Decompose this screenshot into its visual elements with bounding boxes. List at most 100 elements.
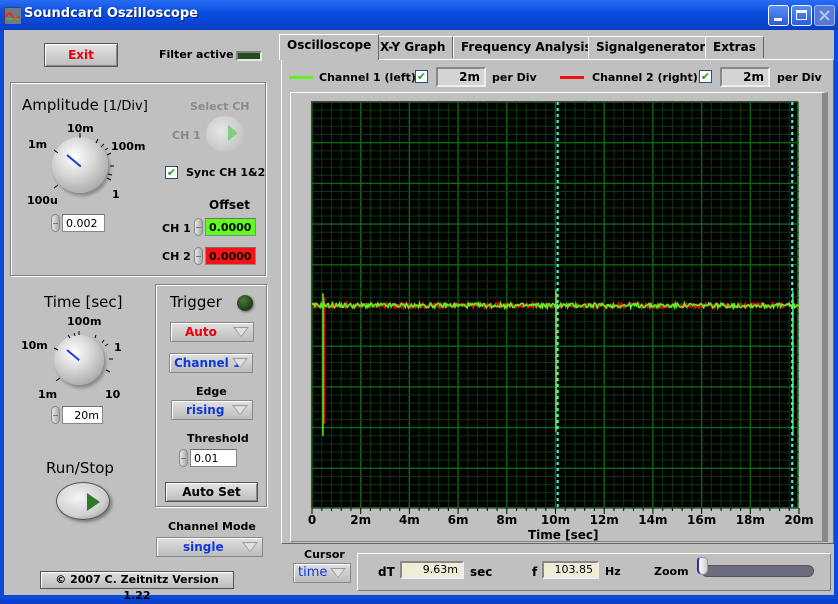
chevron-down-icon xyxy=(242,542,258,552)
channel-mode-dropdown[interactable]: single xyxy=(156,537,263,557)
channel2-label: Channel 2 (right) xyxy=(592,71,698,84)
sync-label: Sync CH 1&2 xyxy=(186,166,266,179)
chevron-down-icon xyxy=(233,327,249,337)
offset-ch2-field[interactable]: 0.0000 xyxy=(205,247,256,265)
select-ch-channel-label: CH 1 xyxy=(172,129,201,142)
offset-ch1-field[interactable]: 0.0000 xyxy=(205,218,256,236)
dt-unit: sec xyxy=(470,565,493,579)
threshold-label: Threshold xyxy=(187,432,249,445)
channel-mode-value: single xyxy=(183,540,224,554)
threshold-spin-icon[interactable] xyxy=(179,449,188,467)
channel1-checkbox[interactable]: ✔ xyxy=(415,70,428,83)
time-title: Time [sec] xyxy=(44,293,123,311)
x-axis-tick-label: 0 xyxy=(307,513,317,527)
maximize-button[interactable] xyxy=(791,5,812,26)
chevron-down-icon xyxy=(232,405,248,415)
x-axis-label: Time [sec] xyxy=(528,528,599,542)
minimize-button[interactable] xyxy=(768,5,789,26)
channel2-per-div-field[interactable]: 2m xyxy=(720,67,770,87)
x-axis-tick-label: 16m xyxy=(686,513,717,527)
cursor-label: Cursor xyxy=(304,548,345,561)
trigger-mode-value: Auto xyxy=(185,325,217,339)
cursor-mode-dropdown[interactable]: time xyxy=(293,563,351,583)
channel-mode-label: Channel Mode xyxy=(168,520,256,533)
dt-label: dT xyxy=(378,565,395,579)
time-value-field[interactable]: 20m xyxy=(62,406,103,424)
frequency-unit: Hz xyxy=(605,565,621,578)
offset-ch1-label: CH 1 xyxy=(162,222,191,235)
trigger-mode-dropdown[interactable]: Auto xyxy=(170,322,254,342)
chevron-down-icon xyxy=(232,358,248,368)
channel1-label: Channel 1 (left) xyxy=(319,71,416,84)
x-axis-tick-label: 18m xyxy=(735,513,765,527)
offset-ch1-spin-icon[interactable] xyxy=(194,218,203,236)
time-spin-icon[interactable] xyxy=(51,406,60,424)
tab-signalgenerator[interactable]: Signalgenerator xyxy=(588,36,714,58)
filter-active-led xyxy=(236,51,262,61)
checkmark-icon: ✔ xyxy=(700,70,711,83)
time-tick-10m: 10m xyxy=(21,339,48,352)
channel2-checkbox[interactable]: ✔ xyxy=(699,70,712,83)
channel1-per-div-field[interactable]: 2m xyxy=(436,67,486,87)
maximize-icon xyxy=(796,10,807,20)
cursor-mode-value: time xyxy=(298,565,328,580)
select-ch-arrow-icon xyxy=(228,125,238,141)
x-axis-tick-label: 4m xyxy=(398,513,420,527)
window-title: Soundcard Oszilloscope xyxy=(24,6,198,21)
select-ch-label: Select CH xyxy=(190,100,250,113)
amplitude-unit: [1/Div] xyxy=(103,99,148,114)
trigger-title: Trigger xyxy=(170,293,222,311)
minimize-icon xyxy=(774,18,782,21)
chevron-down-icon xyxy=(330,568,346,578)
offset-title: Offset xyxy=(209,198,250,212)
title-bar[interactable]: Soundcard Oszilloscope xyxy=(0,0,838,30)
close-button[interactable] xyxy=(814,5,835,26)
x-axis-tick-label: 2m xyxy=(350,513,372,527)
edge-label: Edge xyxy=(196,385,227,398)
time-scale-ticks xyxy=(53,331,113,382)
play-icon xyxy=(87,493,100,511)
trigger-led xyxy=(237,295,253,311)
run-stop-label: Run/Stop xyxy=(46,459,114,477)
zoom-label: Zoom xyxy=(654,565,689,578)
oscilloscope-plot[interactable] xyxy=(311,101,799,509)
sync-checkbox[interactable]: ✔ xyxy=(165,166,178,179)
dt-value-field: 9.63m xyxy=(400,561,464,579)
app-icon xyxy=(4,7,21,24)
checkmark-icon: ✔ xyxy=(166,166,177,179)
trigger-source-dropdown[interactable]: Channel 1 xyxy=(169,353,253,373)
copyright-label: © 2007 C. Zeitnitz Version 1.22 xyxy=(40,571,234,602)
checkmark-icon: ✔ xyxy=(416,70,427,83)
channel2-legend-swatch xyxy=(560,76,584,79)
amplitude-spin-icon[interactable] xyxy=(51,214,60,232)
tab-extras[interactable]: Extras xyxy=(705,36,764,58)
channel2-per-div-label: per Div xyxy=(777,71,822,84)
frequency-value-field: 103.85 xyxy=(542,561,599,579)
filter-active-label: Filter active xyxy=(159,48,234,61)
offset-ch2-spin-icon[interactable] xyxy=(194,247,203,265)
edge-dropdown[interactable]: rising xyxy=(171,400,253,420)
channel1-per-div-label: per Div xyxy=(492,71,537,84)
plot-canvas xyxy=(312,102,799,509)
x-axis-tick-label: 14m xyxy=(638,513,668,527)
x-axis-tick-label: 8m xyxy=(496,513,518,527)
edge-value: rising xyxy=(186,403,225,417)
threshold-field[interactable]: 0.01 xyxy=(190,449,237,467)
x-axis-tick-label: 10m xyxy=(540,513,571,527)
amplitude-title: Amplitude [1/Div] xyxy=(22,96,148,114)
auto-set-button[interactable]: Auto Set xyxy=(165,482,258,502)
tab-xy-graph[interactable]: X-Y Graph xyxy=(372,36,454,58)
zoom-slider[interactable] xyxy=(701,565,814,577)
exit-button[interactable]: Exit xyxy=(44,43,118,67)
x-axis-tick-label: 12m xyxy=(589,513,619,527)
x-axis-tick-label: 20m xyxy=(784,513,814,527)
tab-frequency-analysis[interactable]: Frequency Analysis xyxy=(453,36,600,58)
zoom-slider-thumb[interactable] xyxy=(697,557,708,575)
offset-ch2-label: CH 2 xyxy=(162,250,191,263)
amplitude-title-text: Amplitude xyxy=(22,96,99,114)
run-stop-button[interactable] xyxy=(56,482,110,520)
amplitude-value-field[interactable]: 0.002 xyxy=(62,214,105,232)
select-ch-button[interactable] xyxy=(206,116,244,152)
tab-oscilloscope[interactable]: Oscilloscope xyxy=(279,34,380,60)
app-window: Soundcard Oszilloscope Exit Filter activ… xyxy=(0,0,838,602)
